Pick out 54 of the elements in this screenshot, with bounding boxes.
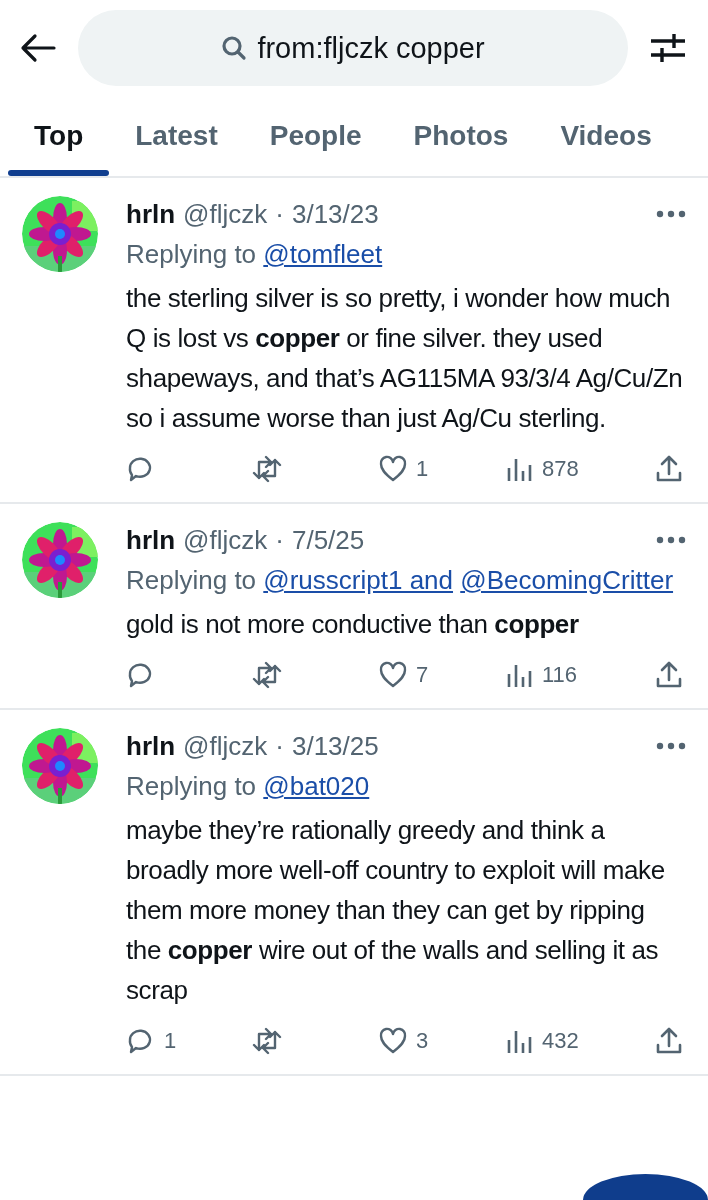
share-button[interactable] <box>654 1026 684 1056</box>
separator-dot: · <box>275 524 284 557</box>
repost-icon <box>252 1026 282 1056</box>
separator-dot: · <box>275 198 284 231</box>
tab[interactable]: Videos <box>534 96 678 176</box>
heart-icon <box>378 454 408 484</box>
post-date: 3/13/25 <box>291 730 379 763</box>
tab[interactable]: Top <box>8 96 110 176</box>
search-icon <box>221 35 248 61</box>
repost-icon <box>252 660 282 690</box>
display-name: hrln <box>126 730 176 763</box>
mention-link[interactable]: @bat020 <box>263 771 370 801</box>
views-button[interactable]: 432 <box>504 1026 584 1056</box>
user-handle: @fljczk <box>183 730 268 763</box>
more-options-icon[interactable] <box>656 536 686 544</box>
share-button[interactable] <box>654 454 684 484</box>
compose-button[interactable] <box>583 1174 708 1200</box>
views-button[interactable]: 878 <box>504 454 584 484</box>
replying-to-text: Replying to @russcript1 and @BecomingCritter <box>126 564 675 597</box>
heart-icon <box>378 660 408 690</box>
separator-dot: · <box>275 730 284 763</box>
heart-icon <box>378 1026 408 1056</box>
user-handle: @fljczk <box>183 524 268 557</box>
post-text: the sterling silver is so pretty, i wonder how much Q is lost vs copper or fine silver. they used shapeways, and that’s AG115MA 93/3/4 Ag/Cu/Zn so i assume worse than just Ag/Cu sterling. <box>126 282 684 435</box>
mention-link[interactable]: @BecomingCritter <box>460 565 674 595</box>
post-text: maybe they’re rationally greedy and think a broadly more well-off country to exploit will make them more money than they can get by ripping the copper wire out of the walls and selling it as scrap <box>126 814 666 1007</box>
filter-sliders-icon[interactable] <box>650 32 686 64</box>
display-name: hrln <box>126 198 176 231</box>
views-button[interactable]: 116 <box>504 660 584 690</box>
tab[interactable]: Latest <box>109 96 244 176</box>
more-options-icon[interactable] <box>656 742 686 750</box>
replying-to-text: Replying to @tomfleet <box>126 238 384 271</box>
like-button[interactable]: 3 <box>378 1026 434 1056</box>
repost-icon <box>252 454 282 484</box>
share-icon <box>654 660 684 690</box>
tab[interactable]: People <box>243 96 388 176</box>
user-handle: @fljczk <box>183 198 268 231</box>
back-arrow-icon[interactable] <box>20 33 56 63</box>
reply-button[interactable]: 1 <box>126 1026 182 1056</box>
display-name: hrln <box>126 524 176 557</box>
post-text: gold is not more conductive than copper <box>126 608 580 641</box>
share-icon <box>654 1026 684 1056</box>
mention-link[interactable]: @tomfleet <box>263 239 383 269</box>
post-date: 3/13/23 <box>291 198 379 231</box>
post-date: 7/5/25 <box>291 524 365 557</box>
like-button[interactable]: 1 <box>378 454 434 484</box>
mention-link[interactable]: @russcript1 and <box>263 565 453 595</box>
replying-to-text: Replying to @bat020 <box>126 770 371 803</box>
share-icon <box>654 454 684 484</box>
search-field[interactable]: from:fljczk copper <box>78 10 628 86</box>
like-button[interactable]: 7 <box>378 660 434 690</box>
more-options-icon[interactable] <box>656 210 686 218</box>
tab[interactable]: Photos <box>387 96 535 176</box>
share-button[interactable] <box>654 660 684 690</box>
